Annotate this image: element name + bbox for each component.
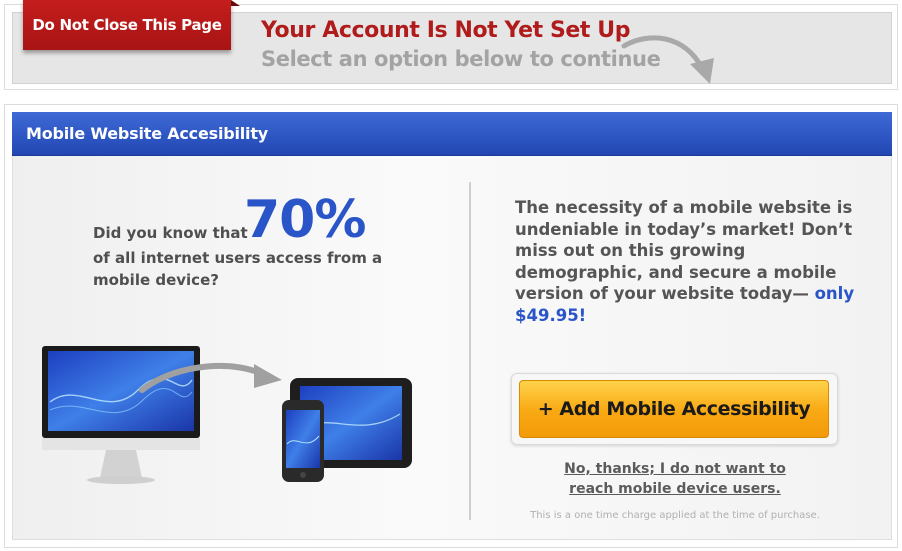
stat-percentage: 70% (244, 190, 366, 250)
pitch-body: The necessity of a mobile website is und… (515, 198, 853, 303)
column-divider (469, 182, 471, 520)
notice-subtitle: Select an option below to continue (261, 47, 661, 71)
curved-arrow-icon (621, 35, 714, 84)
panel-header: Mobile Website Accesibility (12, 112, 892, 156)
stat-rest-text: of all internet users access from a mobi… (93, 249, 383, 289)
decline-link[interactable]: No, thanks; I do not want to reach mobil… (540, 459, 810, 499)
smartphone-icon (282, 400, 324, 482)
stat-lead-text: Did you know that (93, 224, 248, 242)
fine-print: This is a one time charge applied at the… (530, 510, 820, 521)
panel-title: Mobile Website Accesibility (26, 124, 269, 143)
add-mobile-accessibility-button[interactable]: + Add Mobile Accessibility (519, 380, 829, 438)
notice-tab: Do Not Close This Page (23, 0, 231, 50)
pitch-text: The necessity of a mobile website is und… (515, 197, 855, 326)
notice-title: Your Account Is Not Yet Set Up (261, 18, 631, 43)
desktop-monitor-icon (42, 346, 200, 484)
notice-tab-fold (231, 0, 240, 6)
devices-illustration (42, 346, 412, 484)
